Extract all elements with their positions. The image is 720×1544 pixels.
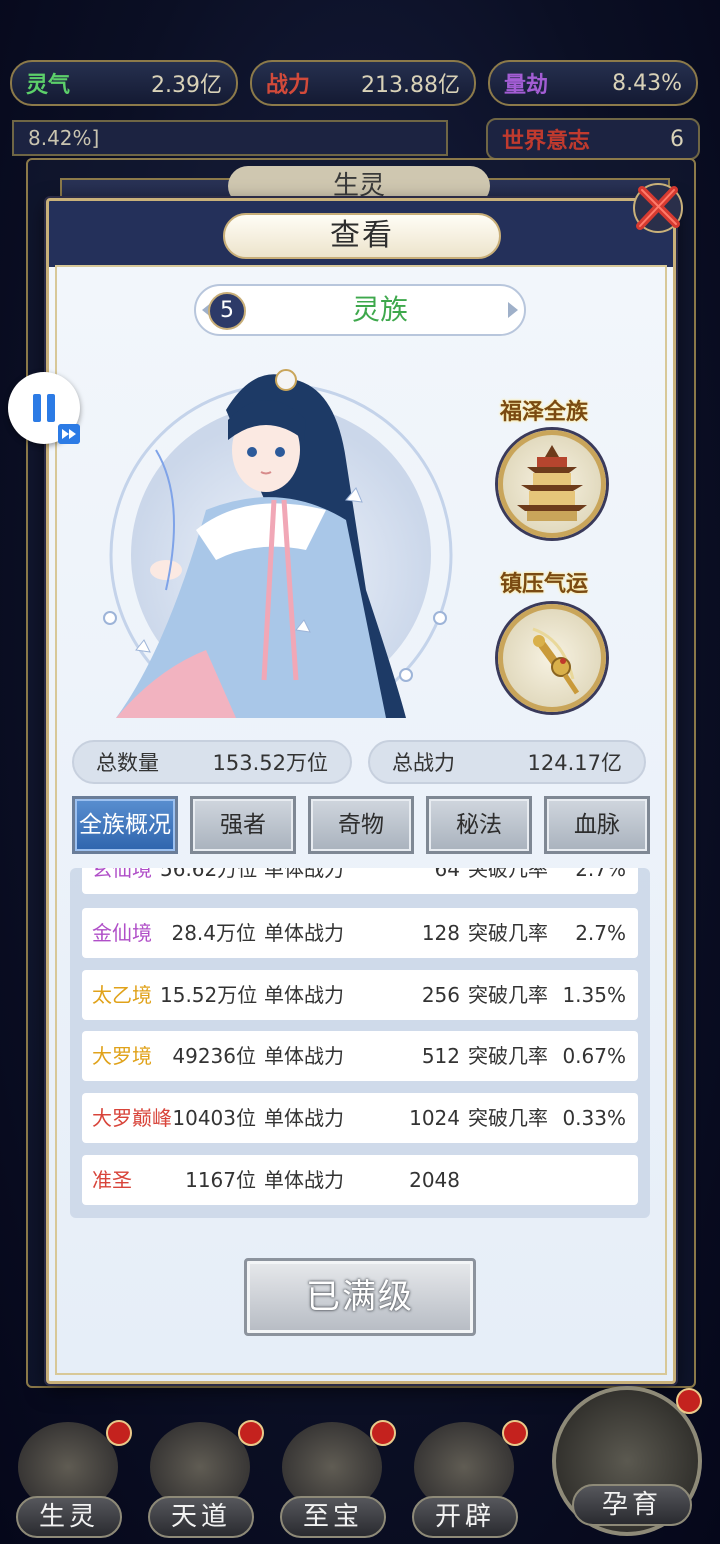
tab-bar: 全族概况 强者 奇物 秘法 血脉 — [72, 796, 650, 854]
tab-strong[interactable]: 强者 — [190, 796, 296, 854]
resource-label: 量劫 — [504, 73, 549, 98]
notification-dot — [502, 1420, 528, 1446]
pause-icon — [33, 394, 41, 422]
realm-count: 1167位 — [185, 1168, 256, 1192]
list-item: 太乙境 15.52万位 单体战力 256 突破几率 1.35% — [82, 970, 638, 1020]
background-panel-text: 8.42%] — [12, 120, 448, 156]
stat-label: 总数量 — [96, 751, 159, 775]
rate-label: 突破几率 — [468, 1044, 548, 1068]
resource-value: 8.43% — [612, 70, 682, 96]
tab-overview[interactable]: 全族概况 — [72, 796, 178, 854]
power-label: 单体战力 — [264, 1106, 344, 1130]
resource-label: 灵气 — [26, 73, 71, 98]
nav-label: 至宝 — [280, 1496, 386, 1538]
stat-value: 124.17亿 — [527, 751, 622, 775]
buff-label: 镇压气运 — [500, 572, 589, 597]
world-will-panel: 世界意志 6 — [486, 118, 700, 160]
total-count-pill: 总数量 153.52万位 — [72, 740, 352, 784]
nav-item-shengling[interactable]: 生灵 — [0, 1400, 140, 1544]
rate-value: 2.7% — [575, 921, 626, 945]
realm-name: 大罗境 — [92, 1044, 152, 1068]
list-item: 金仙境 28.4万位 单体战力 128 突破几率 2.7% — [82, 908, 638, 958]
power-value: 1024 — [409, 1106, 460, 1130]
power-label: 单体战力 — [264, 921, 344, 945]
tab-artifacts[interactable]: 奇物 — [308, 796, 414, 854]
realm-count: 15.52万位 — [160, 983, 258, 1007]
power-value: 256 — [421, 983, 460, 1007]
nav-item-kaipi[interactable]: 开辟 — [396, 1400, 536, 1544]
rate-value: 2.7% — [575, 868, 626, 881]
resource-bar: 灵气 2.39亿 战力 213.88亿 量劫 8.43% — [0, 0, 720, 120]
rate-label: 突破几率 — [468, 921, 548, 945]
fast-forward-icon[interactable] — [58, 424, 80, 444]
list-item: 玄仙境 56.62万位 单体战力 64 突破几率 2.7% — [82, 868, 638, 894]
nav-label: 开辟 — [412, 1496, 518, 1538]
character-portrait — [103, 369, 453, 718]
pause-icon — [47, 394, 55, 422]
nav-item-zhibao[interactable]: 至宝 — [264, 1400, 404, 1544]
resource-value: 213.88亿 — [361, 73, 460, 98]
tab-bloodline[interactable]: 血脉 — [544, 796, 650, 854]
realm-count: 10403位 — [172, 1106, 256, 1130]
rate-value: 1.35% — [562, 983, 626, 1007]
realm-name: 玄仙境 — [92, 868, 152, 881]
rate-value: 0.33% — [562, 1106, 626, 1130]
tab-secret-arts[interactable]: 秘法 — [426, 796, 532, 854]
notification-dot — [370, 1420, 396, 1446]
realm-list[interactable]: 玄仙境 56.62万位 单体战力 64 突破几率 2.7% 金仙境 28.4万位… — [70, 868, 650, 1218]
realm-count: 28.4万位 — [171, 921, 256, 945]
arrow-right-icon[interactable] — [506, 300, 520, 320]
world-will-label: 世界意志 — [502, 129, 591, 154]
rate-label: 突破几率 — [468, 868, 548, 881]
stat-label: 总战力 — [392, 751, 455, 775]
stat-value: 153.52万位 — [212, 751, 328, 775]
power-value: 128 — [421, 921, 460, 945]
golden-pestle-icon[interactable] — [498, 604, 606, 712]
resource-label: 战力 — [266, 73, 311, 98]
power-label: 单体战力 — [264, 1168, 344, 1192]
power-label: 单体战力 — [264, 1044, 344, 1068]
pagoda-icon[interactable] — [498, 430, 606, 538]
resource-combat-power: 战力 213.88亿 — [250, 60, 476, 106]
list-item: 准圣 1167位 单体战力 2048 — [82, 1155, 638, 1205]
notification-dot — [106, 1420, 132, 1446]
buff-label: 福泽全族 — [500, 400, 589, 425]
realm-count: 49236位 — [172, 1044, 256, 1068]
list-item: 大罗巅峰 10403位 单体战力 1024 突破几率 0.33% — [82, 1093, 638, 1143]
world-will-value: 6 — [670, 126, 684, 152]
realm-count: 56.62万位 — [160, 868, 258, 881]
tribe-selector[interactable]: 5 灵族 — [194, 284, 526, 336]
power-value: 512 — [421, 1044, 460, 1068]
nav-label: 天道 — [148, 1496, 254, 1538]
rate-label: 突破几率 — [468, 1106, 548, 1130]
tribe-level-badge: 5 — [208, 292, 246, 330]
list-item: 大罗境 49236位 单体战力 512 突破几率 0.67% — [82, 1031, 638, 1081]
dialog-title: 查看 — [223, 213, 501, 259]
realm-name: 准圣 — [92, 1168, 132, 1192]
power-label: 单体战力 — [264, 983, 344, 1007]
nav-item-yunyu[interactable]: 孕育 — [540, 1380, 716, 1544]
rate-value: 0.67% — [562, 1044, 626, 1068]
nav-item-tiandao[interactable]: 天道 — [132, 1400, 272, 1544]
notification-dot — [676, 1388, 702, 1414]
close-icon[interactable] — [628, 178, 688, 238]
resource-calamity: 量劫 8.43% — [488, 60, 698, 106]
total-power-pill: 总战力 124.17亿 — [368, 740, 646, 784]
nav-label: 生灵 — [16, 1496, 122, 1538]
power-value: 2048 — [409, 1168, 460, 1192]
realm-name: 太乙境 — [92, 983, 152, 1007]
nav-label: 孕育 — [572, 1484, 692, 1526]
resource-value: 2.39亿 — [151, 73, 222, 98]
notification-dot — [238, 1420, 264, 1446]
tribe-name: 灵族 — [351, 293, 408, 326]
power-value: 64 — [434, 868, 460, 881]
realm-name: 金仙境 — [92, 921, 152, 945]
resource-lingqi: 灵气 2.39亿 — [10, 60, 238, 106]
power-label: 单体战力 — [264, 868, 344, 881]
max-level-button[interactable]: 已满级 — [244, 1258, 476, 1336]
rate-label: 突破几率 — [468, 983, 548, 1007]
